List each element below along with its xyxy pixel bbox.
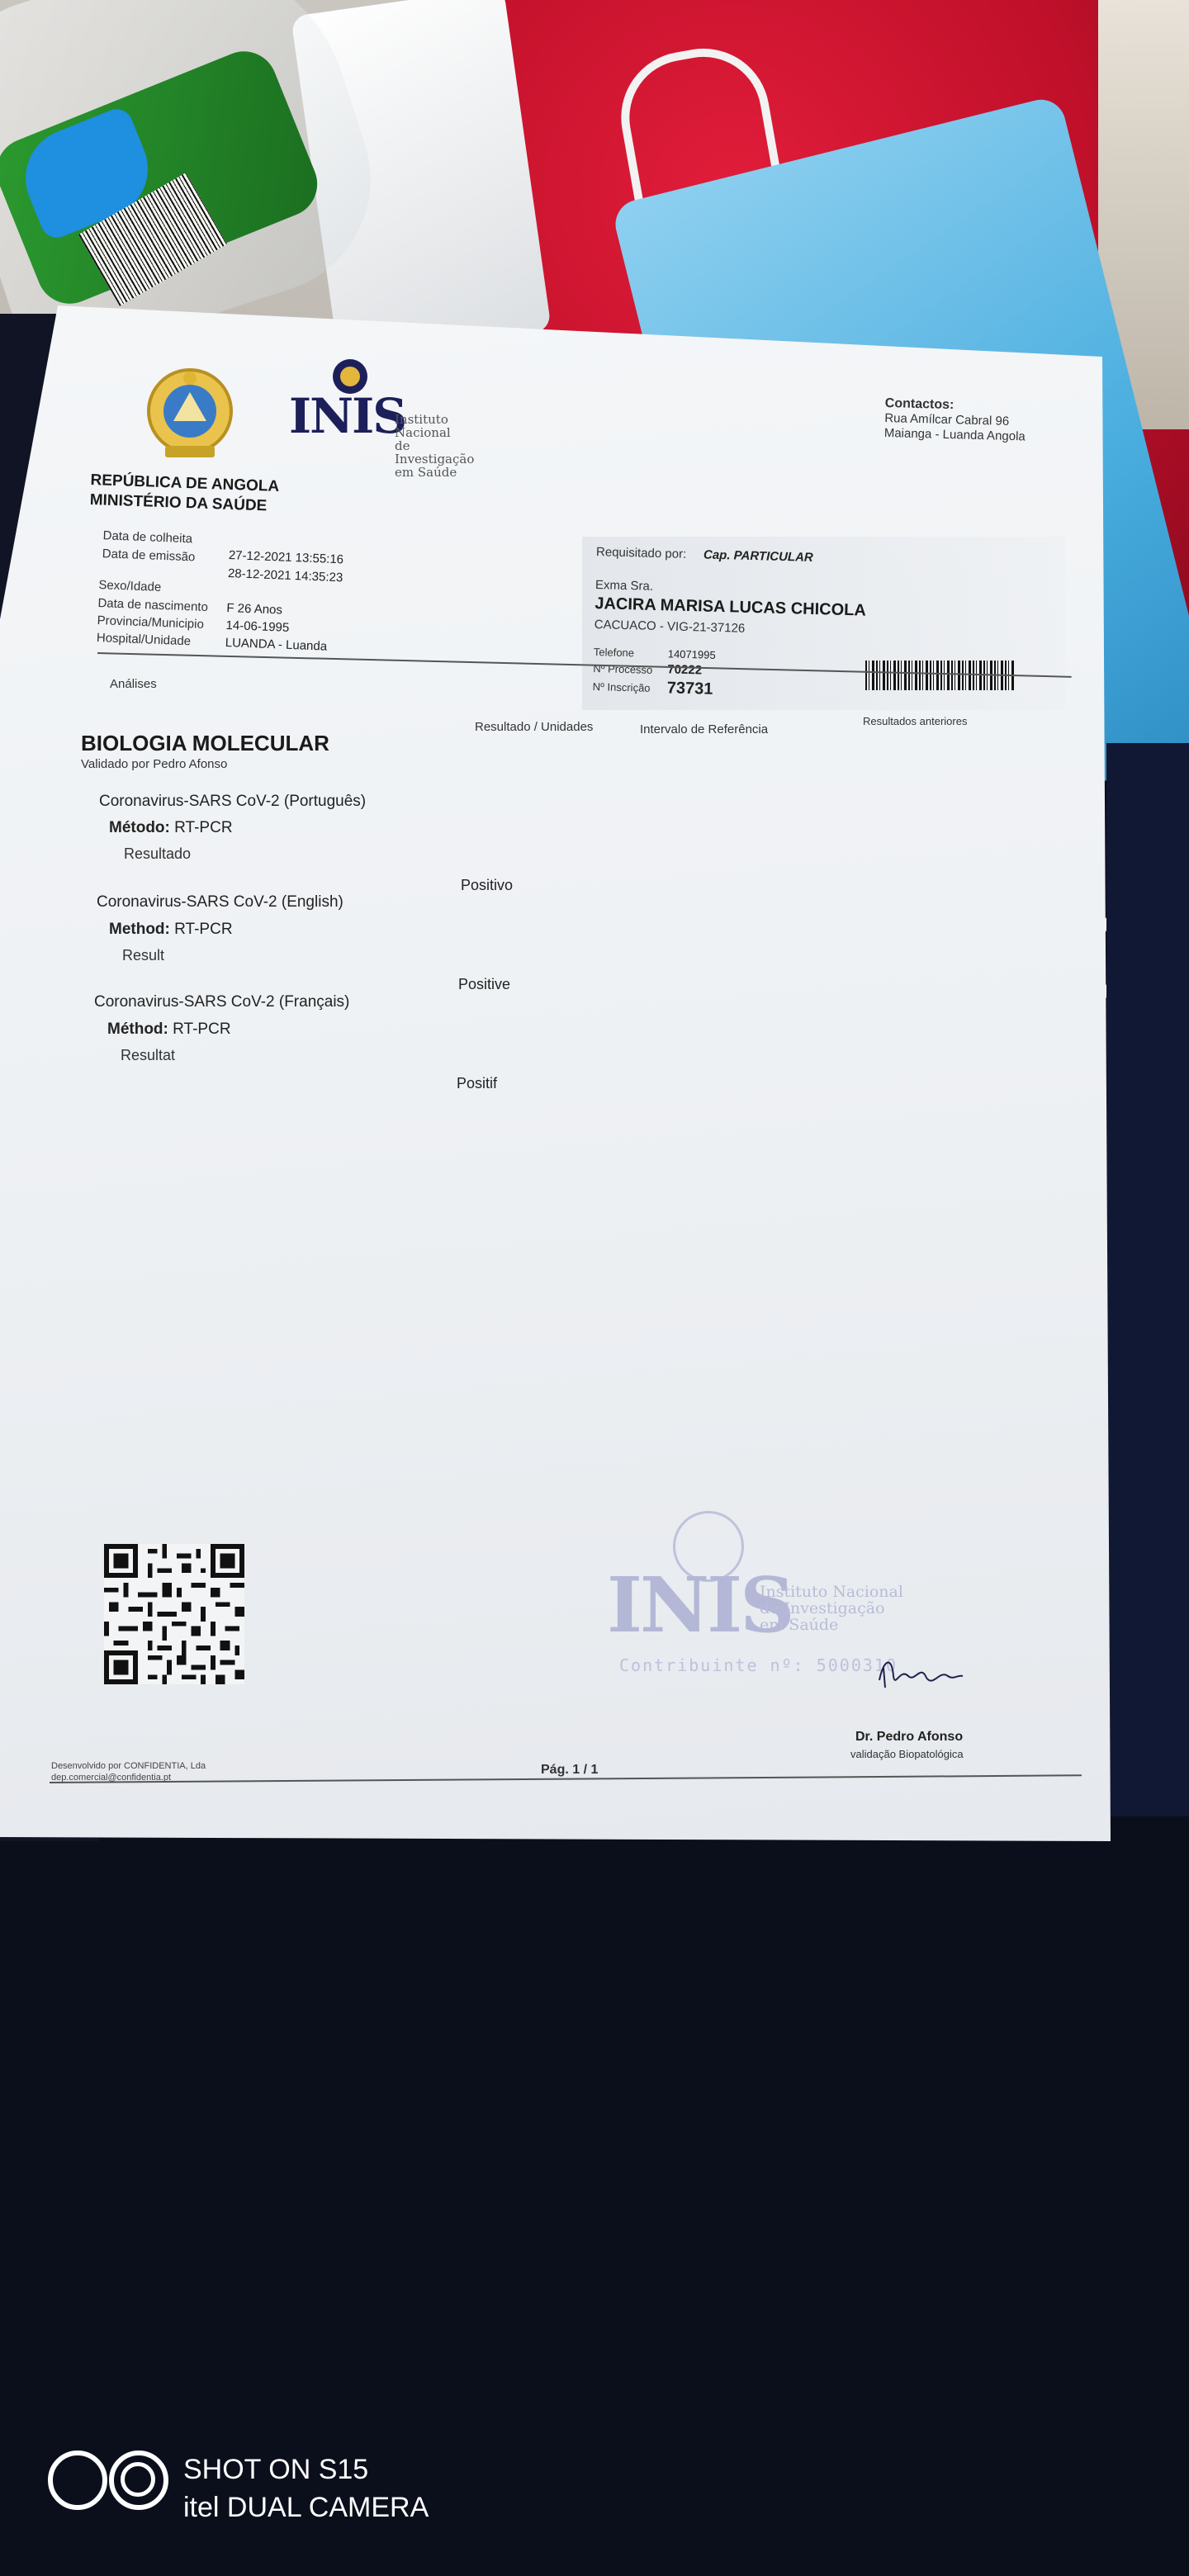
test-method: Método: RT-PCR: [109, 819, 233, 837]
stamp-tagline-3: em Saúde: [760, 1616, 839, 1634]
lab-report-paper: INIS Instituto Nacional de Investigação …: [0, 305, 1111, 1841]
requested-by-label: Requisitado por:: [595, 545, 687, 561]
method-label: Method:: [109, 921, 170, 938]
method-label: Méthod:: [107, 1020, 168, 1038]
page-number: Pág. 1 / 1: [541, 1763, 599, 1777]
result-value: Positive: [458, 976, 511, 992]
inscription-value: 73731: [666, 679, 713, 698]
camera-watermark-line-2: itel DUAL CAMERA: [183, 2492, 429, 2523]
test-name: Coronavirus-SARS CoV-2 (Français): [94, 993, 350, 1011]
camera-watermark: SHOT ON S15 itel DUAL CAMERA: [183, 2451, 429, 2526]
test-method: Method: RT-PCR: [109, 921, 233, 939]
patient-name: JACIRA MARISA LUCAS CHICOLA: [594, 594, 867, 620]
method-value: RT-PCR: [174, 921, 233, 938]
patient-reference: CACUACO - VIG-21-37126: [594, 618, 746, 636]
result-value: Positif: [457, 1075, 498, 1091]
handwritten-signature: [879, 1661, 964, 1688]
developer-credit: Desenvolvido por CONFIDENTIA, Lda dep.co…: [51, 1760, 206, 1783]
validated-by: Validado por Pedro Afonso: [81, 757, 228, 771]
salutation: Exma Sra.: [594, 578, 654, 594]
phone-value: 14071995: [667, 647, 716, 661]
method-label: Método:: [109, 819, 170, 836]
test-name: Coronavirus-SARS CoV-2 (English): [97, 893, 343, 911]
stamp-contribuinte: Contribuinte nº: 5000310: [619, 1655, 898, 1675]
process-value: 70222: [667, 662, 703, 678]
result-units-column-header: Resultado / Unidades: [475, 720, 594, 734]
reference-interval-column-header: Intervalo de Referência: [640, 722, 769, 736]
result-label: Resultat: [121, 1047, 176, 1063]
test-method: Méthod: RT-PCR: [107, 1020, 231, 1039]
stamp-tagline-2: de Investigação: [760, 1599, 885, 1617]
dark-fabric-right: [1106, 743, 1189, 1816]
method-value: RT-PCR: [174, 819, 233, 836]
qr-code-icon: [104, 1544, 244, 1684]
stamp-tagline: Instituto Nacional de Investigação em Sa…: [760, 1584, 903, 1633]
photo-scene: INIS Instituto Nacional de Investigação …: [0, 0, 1189, 2576]
lab-report: INIS Instituto Nacional de Investigação …: [0, 305, 1111, 1841]
developer-name: Desenvolvido por CONFIDENTIA, Lda: [51, 1761, 206, 1771]
institute-stamp: INIS Instituto Nacional de Investigação …: [607, 1511, 921, 1676]
signer-name: Dr. Pedro Afonso: [855, 1730, 964, 1744]
result-label: Resultado: [124, 845, 192, 862]
phone-label: Telefone: [593, 646, 635, 660]
camera-watermark-line-1: SHOT ON S15: [183, 2454, 369, 2485]
test-name: Coronavirus-SARS CoV-2 (Português): [99, 793, 367, 810]
stamp-tagline-1: Instituto Nacional: [760, 1583, 903, 1601]
method-value: RT-PCR: [173, 1020, 231, 1038]
developer-email: dep.comercial@confidentia.pt: [51, 1773, 172, 1783]
result-value: Positivo: [461, 877, 514, 893]
result-label: Result: [122, 947, 165, 964]
camera-ring-left-icon: [48, 2451, 107, 2510]
analyses-column-header: Análises: [110, 677, 157, 691]
requested-by-value: Cap. PARTICULAR: [703, 547, 813, 565]
inscription-label: Nº Inscrição: [592, 680, 651, 694]
signer-role: validação Biopatológica: [850, 1748, 964, 1760]
camera-ring-inner-icon: [121, 2462, 155, 2497]
previous-results-column-header: Resultados anteriores: [863, 715, 968, 727]
section-title: BIOLOGIA MOLECULAR: [81, 731, 329, 755]
